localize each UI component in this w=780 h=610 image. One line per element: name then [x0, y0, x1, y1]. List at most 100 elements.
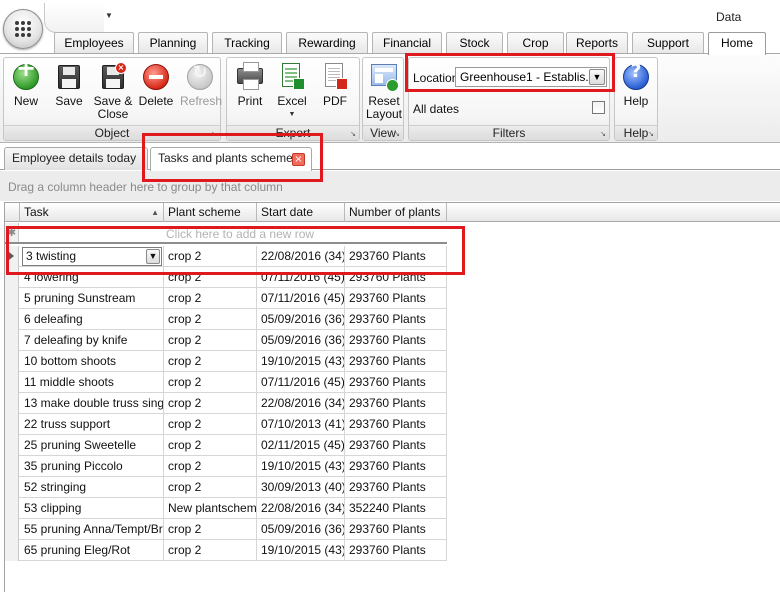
task-cell[interactable]: 65 pruning Eleg/Rot — [20, 540, 164, 561]
number-of-plants-cell[interactable]: 293760 Plants — [345, 372, 447, 393]
number-of-plants-cell[interactable]: 352240 Plants — [345, 498, 447, 519]
table-row[interactable]: 65 pruning Eleg/Rot crop 2 19/10/2015 (43)… — [5, 540, 447, 561]
number-of-plants-cell[interactable]: 293760 Plants — [345, 288, 447, 309]
start-date-cell[interactable]: 22/08/2016 (34) — [257, 246, 345, 267]
start-date-cell[interactable]: 05/09/2016 (36) — [257, 330, 345, 351]
app-menu-button[interactable] — [3, 9, 43, 49]
task-cell[interactable]: 22 truss support — [20, 414, 164, 435]
table-row[interactable]: 11 middle shoots crop 2 07/11/2016 (45) 293… — [5, 372, 447, 393]
row-indicator[interactable] — [5, 393, 19, 414]
plant-scheme-cell[interactable]: crop 2 — [164, 288, 257, 309]
row-indicator[interactable] — [5, 540, 19, 561]
quick-access-toolbar[interactable]: ▼ — [44, 3, 113, 33]
dialog-launcher-icon[interactable]: ↘ — [211, 130, 217, 138]
row-indicator[interactable] — [5, 477, 19, 498]
plant-scheme-cell[interactable]: crop 2 — [164, 372, 257, 393]
number-of-plants-cell[interactable]: 293760 Plants — [345, 456, 447, 477]
tab-employees[interactable]: Employees — [54, 32, 134, 54]
number-of-plants-cell[interactable]: 293760 Plants — [345, 351, 447, 372]
close-icon[interactable]: × — [292, 153, 305, 166]
row-indicator[interactable] — [5, 351, 19, 372]
tab-financial[interactable]: Financial — [372, 32, 442, 54]
tab-tasks-and-plants-schemes[interactable]: Tasks and plants schemes × — [150, 147, 312, 171]
plant-scheme-cell[interactable]: crop 2 — [164, 540, 257, 561]
table-row[interactable]: 35 pruning Piccolo crop 2 19/10/2015 (43) 2… — [5, 456, 447, 477]
task-cell[interactable]: 13 make double truss single — [20, 393, 164, 414]
row-indicator[interactable] — [5, 456, 19, 477]
reset-layout-button[interactable]: Reset Layout — [365, 62, 403, 121]
table-row[interactable]: 7 deleafing by knife crop 2 05/09/2016 (36… — [5, 330, 447, 351]
tab-planning[interactable]: Planning — [138, 32, 208, 54]
plant-scheme-cell[interactable]: crop 2 — [164, 267, 257, 288]
chevron-down-icon[interactable]: ▼ — [146, 249, 160, 264]
column-header-plant-scheme[interactable]: Plant scheme — [164, 203, 257, 222]
start-date-cell[interactable]: 05/09/2016 (36) — [257, 519, 345, 540]
all-dates-checkbox[interactable] — [592, 101, 605, 114]
dialog-launcher-icon[interactable]: ↘ — [394, 130, 400, 138]
plant-scheme-cell[interactable]: crop 2 — [164, 519, 257, 540]
row-indicator[interactable] — [5, 309, 19, 330]
number-of-plants-cell[interactable]: 293760 Plants — [345, 477, 447, 498]
new-button[interactable]: New — [10, 62, 42, 108]
task-cell[interactable]: 6 deleafing — [20, 309, 164, 330]
tab-home[interactable]: Home — [708, 32, 766, 55]
row-indicator[interactable] — [5, 414, 19, 435]
tab-rewarding[interactable]: Rewarding — [286, 32, 368, 54]
plant-scheme-cell[interactable]: New plantscheme — [164, 498, 257, 519]
delete-button[interactable]: Delete — [138, 62, 174, 108]
plant-scheme-cell[interactable]: crop 2 — [164, 330, 257, 351]
chevron-down-icon[interactable]: ▼ — [105, 11, 113, 20]
table-row[interactable]: 6 deleafing crop 2 05/09/2016 (36) 293760 P… — [5, 309, 447, 330]
tab-stock[interactable]: Stock — [446, 32, 503, 54]
tab-employee-details-today[interactable]: Employee details today — [4, 147, 148, 170]
column-header-task[interactable]: Task ▲ — [20, 203, 164, 222]
start-date-cell[interactable]: 19/10/2015 (43) — [257, 351, 345, 372]
save-button[interactable]: Save — [52, 62, 86, 108]
number-of-plants-cell[interactable]: 293760 Plants — [345, 330, 447, 351]
plant-scheme-cell[interactable]: crop 2 — [164, 456, 257, 477]
column-header-number-of-plants[interactable]: Number of plants — [345, 203, 447, 222]
tab-crop[interactable]: Crop — [507, 32, 564, 54]
row-indicator[interactable] — [5, 498, 19, 519]
start-date-cell[interactable]: 07/11/2016 (45) — [257, 372, 345, 393]
tab-tracking[interactable]: Tracking — [212, 32, 282, 54]
start-date-cell[interactable]: 07/11/2016 (45) — [257, 267, 345, 288]
number-of-plants-cell[interactable]: 293760 Plants — [345, 246, 447, 267]
plant-scheme-cell[interactable]: crop 2 — [164, 435, 257, 456]
table-row[interactable]: 25 pruning Sweetelle crop 2 02/11/2015 (45… — [5, 435, 447, 456]
location-dropdown[interactable]: Greenhouse1 - Establis... ▼ — [455, 67, 607, 87]
dialog-launcher-icon[interactable]: ↘ — [600, 130, 606, 138]
number-of-plants-cell[interactable]: 293760 Plants — [345, 540, 447, 561]
table-row[interactable]: 53 clipping New plantscheme 22/08/2016 (34… — [5, 498, 447, 519]
start-date-cell[interactable]: 22/08/2016 (34) — [257, 498, 345, 519]
start-date-cell[interactable]: 30/09/2013 (40) — [257, 477, 345, 498]
chevron-down-icon[interactable]: ▼ — [589, 69, 605, 85]
new-row[interactable]: ✱ Click here to add a new row — [5, 223, 447, 244]
column-header-start-date[interactable]: Start date — [257, 203, 345, 222]
row-indicator[interactable] — [5, 330, 19, 351]
group-by-panel[interactable]: Drag a column header here to group by th… — [0, 171, 780, 201]
pdf-button[interactable]: PDF — [319, 62, 351, 108]
row-indicator[interactable] — [5, 435, 19, 456]
help-button[interactable]: Help — [618, 62, 654, 108]
row-indicator[interactable] — [5, 246, 19, 267]
start-date-cell[interactable]: 05/09/2016 (36) — [257, 309, 345, 330]
table-row[interactable]: 3 twisting ▼ crop 2 22/08/2016 (34) 293760 P… — [5, 246, 447, 267]
task-cell[interactable]: 11 middle shoots — [20, 372, 164, 393]
print-button[interactable]: Print — [233, 62, 267, 108]
start-date-cell[interactable]: 02/11/2015 (45) — [257, 435, 345, 456]
table-row[interactable]: 22 truss support crop 2 07/10/2013 (41) 293… — [5, 414, 447, 435]
task-cell[interactable]: 4 lowering — [20, 267, 164, 288]
refresh-button[interactable]: Refresh — [180, 62, 222, 108]
dialog-launcher-icon[interactable]: ↘ — [350, 130, 356, 138]
table-row[interactable]: 52 stringing crop 2 30/09/2013 (40) 293760 … — [5, 477, 447, 498]
task-cell[interactable]: 25 pruning Sweetelle — [20, 435, 164, 456]
start-date-cell[interactable]: 19/10/2015 (43) — [257, 456, 345, 477]
plant-scheme-cell[interactable]: crop 2 — [164, 309, 257, 330]
task-cell[interactable]: 3 twisting ▼ — [20, 246, 164, 267]
task-cell[interactable]: 35 pruning Piccolo — [20, 456, 164, 477]
task-cell[interactable]: 55 pruning Anna/Tempt/Brio — [20, 519, 164, 540]
row-indicator[interactable] — [5, 519, 19, 540]
number-of-plants-cell[interactable]: 293760 Plants — [345, 435, 447, 456]
chevron-down-icon[interactable]: ▼ — [275, 108, 309, 121]
